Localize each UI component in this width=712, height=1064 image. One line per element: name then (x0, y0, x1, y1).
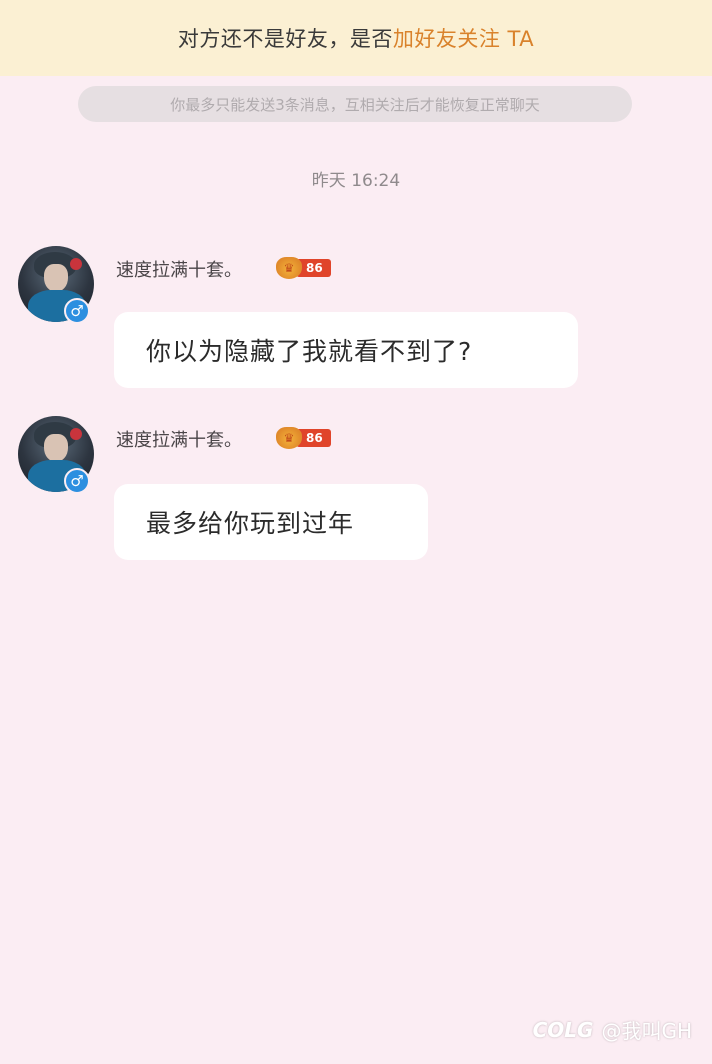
message-limit-notice: 你最多只能发送3条消息，互相关注后才能恢复正常聊天 (78, 86, 632, 122)
avatar-flower (70, 258, 82, 270)
message-bubble[interactable]: 你以为隐藏了我就看不到了? (114, 312, 578, 388)
add-friend-follow-link[interactable]: 加好友关注 TA (393, 23, 534, 53)
avatar-face (44, 264, 68, 292)
message-bubble[interactable]: 最多给你玩到过年 (114, 484, 428, 560)
colg-logo: COLG (532, 1017, 594, 1042)
sender-username[interactable]: 速度拉满十套。 (116, 426, 242, 452)
male-gender-icon: ♂ (64, 298, 90, 324)
source-watermark: COLG @我叫GH (533, 1015, 692, 1044)
level-badge: ♛ 86 (276, 427, 331, 449)
friend-request-banner: 对方还不是好友，是否 加好友关注 TA (0, 0, 712, 76)
watermark-handle: @我叫GH (601, 1019, 692, 1043)
male-gender-icon: ♂ (64, 468, 90, 494)
crown-icon: ♛ (276, 427, 302, 449)
message-timestamp: 昨天 16:24 (311, 171, 401, 191)
avatar-face (44, 434, 68, 462)
crown-icon: ♛ (276, 257, 302, 279)
avatar-flower (70, 428, 82, 440)
banner-text: 对方还不是好友，是否 (177, 27, 393, 51)
level-badge: ♛ 86 (276, 257, 331, 279)
sender-username[interactable]: 速度拉满十套。 (116, 256, 242, 282)
